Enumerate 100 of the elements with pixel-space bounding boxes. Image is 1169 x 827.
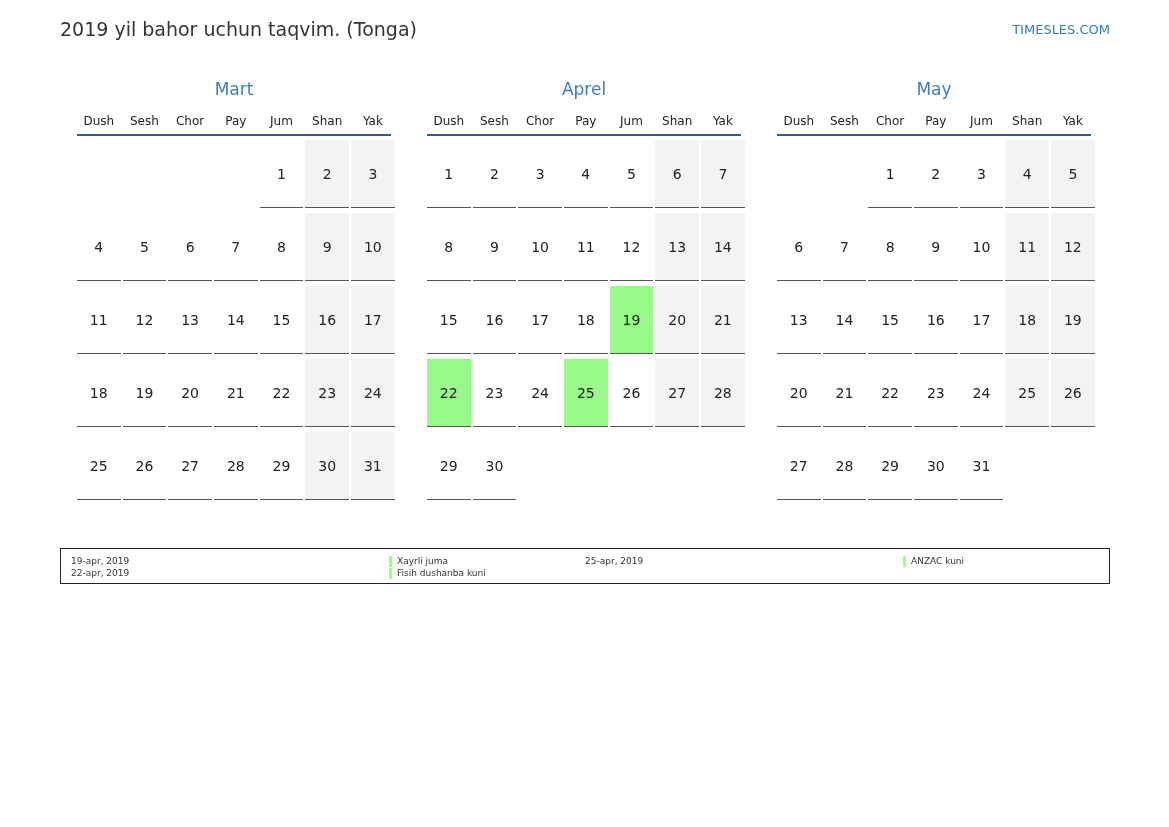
day-cell: 19 [609, 286, 654, 354]
weekday-label: Pay [224, 113, 248, 130]
day-cell: 20 [777, 359, 821, 427]
day-cell: 15 [868, 286, 912, 354]
day-cell: 10 [351, 213, 395, 281]
day-cell: 24 [518, 359, 562, 427]
weekday-label: Yak [711, 113, 734, 130]
weekday-label: Jum [968, 113, 994, 130]
day-cell: 11 [77, 286, 121, 354]
day-cell: 22 [427, 359, 471, 427]
day-cell: 8 [427, 213, 471, 281]
day-cell: 27 [655, 359, 699, 427]
day-cell: 31 [959, 432, 1004, 500]
day-cell: 15 [427, 286, 471, 354]
weekday-label: Chor [175, 113, 206, 130]
day-cell: 29 [259, 432, 304, 500]
day-cell: 27 [168, 432, 212, 500]
site-link[interactable]: TIMESLES.COM [1012, 21, 1110, 37]
day-cell: 3 [518, 140, 562, 208]
day-cell: 21 [822, 359, 867, 427]
day-cell: 26 [1051, 359, 1095, 427]
day-cell: 9 [914, 213, 958, 281]
weekday-label: Yak [361, 113, 384, 130]
day-cell: 20 [655, 286, 699, 354]
day-cell: 5 [122, 213, 167, 281]
day-cell: 12 [609, 213, 654, 281]
holiday-date: 22-apr, 2019 [71, 567, 131, 579]
month-name: Mart [213, 79, 255, 99]
weekday-label: Shan [661, 113, 694, 130]
day-cell: 17 [351, 286, 395, 354]
day-cell: 9 [305, 213, 349, 281]
day-cell: 13 [777, 286, 821, 354]
day-cell: 29 [868, 432, 912, 500]
day-cell: 8 [259, 213, 304, 281]
day-cell: 2 [472, 140, 517, 208]
day-cell: 4 [77, 213, 121, 281]
holiday-name: Fisih dushanba kuni [397, 567, 486, 579]
weekday-label: Sesh [479, 113, 510, 130]
page-title: 2019 yil bahor uchun taqvim. (Tonga) [60, 18, 417, 40]
day-cell: 27 [777, 432, 821, 500]
holiday-name: Xayrli juma [397, 555, 449, 567]
day-cell: 7 [822, 213, 867, 281]
day-cell: 28 [701, 359, 745, 427]
day-cell: 28 [214, 432, 258, 500]
day-cell: 4 [1005, 140, 1049, 208]
day-cell: 3 [959, 140, 1004, 208]
day-cell: 11 [564, 213, 608, 281]
day-cell: 17 [959, 286, 1004, 354]
day-cell: 12 [1051, 213, 1095, 281]
day-cell: 2 [305, 140, 349, 208]
weekday-label: Pay [574, 113, 598, 130]
day-cell: 5 [1051, 140, 1095, 208]
day-cell: 5 [609, 140, 654, 208]
day-cell: 25 [1005, 359, 1049, 427]
day-cell: 25 [77, 432, 121, 500]
day-cell: 14 [214, 286, 258, 354]
day-cell: 28 [822, 432, 867, 500]
day-cell: 18 [77, 359, 121, 427]
day-cell: 8 [868, 213, 912, 281]
day-cell: 16 [305, 286, 349, 354]
day-cell: 1 [427, 140, 471, 208]
weekday-label: Dush [432, 113, 466, 130]
day-cell: 19 [122, 359, 167, 427]
weekday-label: Jum [268, 113, 294, 130]
day-cell: 17 [518, 286, 562, 354]
day-cell: 6 [168, 213, 212, 281]
weekday-label: Dush [82, 113, 116, 130]
day-cell: 7 [701, 140, 745, 208]
holiday-name: ANZAC kuni [911, 555, 965, 567]
day-cell: 18 [1005, 286, 1049, 354]
day-cell: 11 [1005, 213, 1049, 281]
day-cell: 21 [701, 286, 745, 354]
weekday-label: Yak [1061, 113, 1084, 130]
weekday-label: Sesh [129, 113, 160, 130]
day-cell: 26 [122, 432, 167, 500]
day-cell: 18 [564, 286, 608, 354]
day-cell: 26 [609, 359, 654, 427]
day-cell: 10 [518, 213, 562, 281]
weekday-label: Chor [525, 113, 556, 130]
weekday-label: Shan [1011, 113, 1044, 130]
day-cell: 19 [1051, 286, 1095, 354]
weekday-label: Pay [924, 113, 948, 130]
holiday-date: 19-apr, 2019 [71, 555, 131, 567]
day-cell: 16 [472, 286, 517, 354]
day-cell: 23 [305, 359, 349, 427]
day-cell: 14 [701, 213, 745, 281]
day-cell: 29 [427, 432, 471, 500]
day-cell: 3 [351, 140, 395, 208]
day-cell: 22 [868, 359, 912, 427]
day-cell: 20 [168, 359, 212, 427]
day-cell: 23 [914, 359, 958, 427]
day-cell: 7 [214, 213, 258, 281]
day-cell: 15 [259, 286, 304, 354]
month-name: May [915, 79, 953, 99]
day-cell: 30 [472, 432, 517, 500]
day-cell: 13 [655, 213, 699, 281]
day-cell: 30 [305, 432, 349, 500]
month-name: Aprel [560, 79, 608, 99]
day-cell: 4 [564, 140, 608, 208]
weekday-label: Jum [618, 113, 644, 130]
